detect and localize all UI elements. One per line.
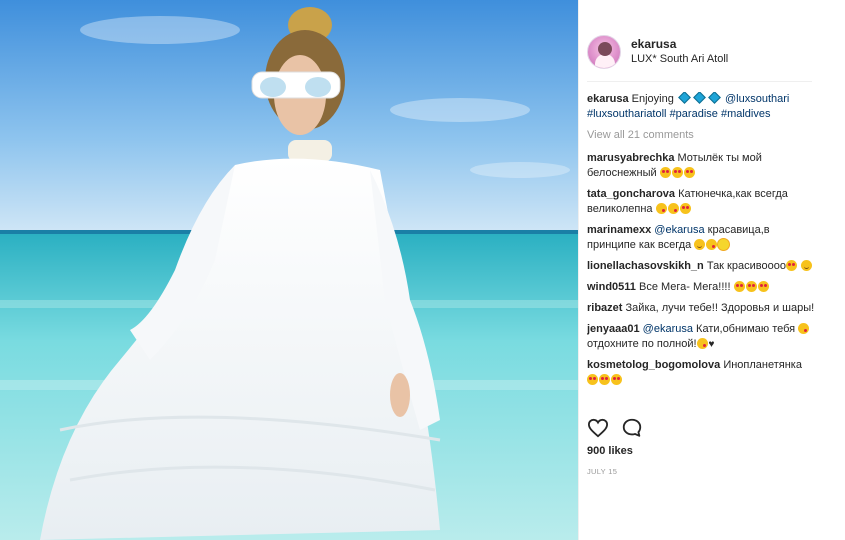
comment-text: Инопланетянка [723,359,802,371]
heart-icon: ♥ [708,339,715,350]
comment: wind0511 Все Мега- Мега!!!! [587,280,815,295]
instagram-post: ekarusa LUX* South Ari Atoll ekarusa Enj… [0,0,845,540]
caption-username[interactable]: ekarusa [587,93,629,105]
heart-eyes-emoji-icon [671,167,683,178]
like-button[interactable] [587,417,609,439]
post-photo[interactable] [0,0,578,540]
hashtag-link[interactable]: #luxsouthariatoll [587,108,667,120]
comment-username[interactable]: wind0511 [587,281,636,293]
heart-eyes-emoji-icon [745,281,757,292]
comment: marinamexx @ekarusa красавица,в принципе… [587,223,815,253]
kiss-emoji-icon [798,323,810,334]
heart-eyes-emoji-icon [611,374,622,385]
comment: marusyabrechka Мотылёк ты мой белоснежны… [587,151,815,181]
comment-username[interactable]: marusyabrechka [587,152,674,164]
comment-username[interactable]: tata_goncharova [587,188,675,200]
comment-username[interactable]: ribazet [587,302,622,314]
heart-icon [587,418,609,438]
kiss-emoji-icon [667,203,679,214]
comment: lionellachasovskikh_n Так красивоооо [587,259,815,274]
comment-username[interactable]: kosmetolog_bogomolova [587,359,720,371]
heart-eyes-emoji-icon [733,281,745,292]
heart-eyes-emoji-icon [599,374,610,385]
post-header: ekarusa LUX* South Ari Atoll [587,30,812,82]
caption-mention[interactable]: @luxsouthari [725,93,789,105]
sun-emoji-icon [718,239,730,250]
beach-photo [0,0,578,540]
diamond-icon [708,92,721,104]
post-sidebar: ekarusa LUX* South Ari Atoll ekarusa Enj… [578,0,845,540]
hashtag-link[interactable]: #paradise [670,108,718,120]
kiss-emoji-icon [655,203,667,214]
heart-eyes-emoji-icon [659,167,671,178]
heart-eyes-emoji-icon [683,167,695,178]
comment-mention[interactable]: @ekarusa [654,224,704,236]
diamond-icon [693,92,706,104]
diamond-icon [678,92,691,104]
comment-username[interactable]: lionellachasovskikh_n [587,260,704,272]
comment: ribazet Зайка, лучи тебе!! Здоровья и ша… [587,301,815,316]
comment: kosmetolog_bogomolova Инопланетянка [587,358,815,388]
hashtag-link[interactable]: #maldives [721,108,771,120]
post-date[interactable]: JULY 15 [587,467,617,476]
comment-button[interactable] [621,417,643,439]
comment-mention[interactable]: @ekarusa [643,323,693,335]
comment-text-2: отдохните по полной! [587,338,697,350]
heart-eyes-emoji-icon [785,260,797,271]
action-bar [587,414,812,442]
caption-text: Enjoying [631,93,674,105]
smile-emoji-icon [801,260,813,271]
comment-text: Зайка, лучи тебе!! Здоровья и шары! [625,302,815,314]
comment: jenyaaa01 @ekarusa Кати,обнимаю тебя отд… [587,322,815,352]
heart-eyes-emoji-icon [679,203,691,214]
kiss-emoji-icon [706,239,718,250]
caption: ekarusa Enjoying @luxsouthari #luxsoutha… [587,92,815,122]
comment-text: Так красивоооо [706,260,786,272]
comment-icon [622,418,642,437]
header-username[interactable]: ekarusa [631,36,728,52]
view-all-comments-link[interactable]: View all 21 comments [587,128,815,143]
likes-count[interactable]: 900 likes [587,445,633,457]
comment-username[interactable]: marinamexx [587,224,651,236]
heart-eyes-emoji-icon [587,374,598,385]
avatar[interactable] [587,34,621,69]
comments-list: ekarusa Enjoying @luxsouthari #luxsoutha… [587,92,815,404]
comment-text: Все Мега- Мега!!!! [638,281,731,293]
comment-username[interactable]: jenyaaa01 [587,323,640,335]
header-location[interactable]: LUX* South Ari Atoll [631,52,728,67]
kiss-emoji-icon [696,338,708,349]
smile-emoji-icon [694,239,706,250]
comment-text: Кати,обнимаю тебя [696,323,796,335]
comment: tata_goncharova Катюнечка,как всегда вел… [587,187,815,217]
heart-eyes-emoji-icon [757,281,769,292]
